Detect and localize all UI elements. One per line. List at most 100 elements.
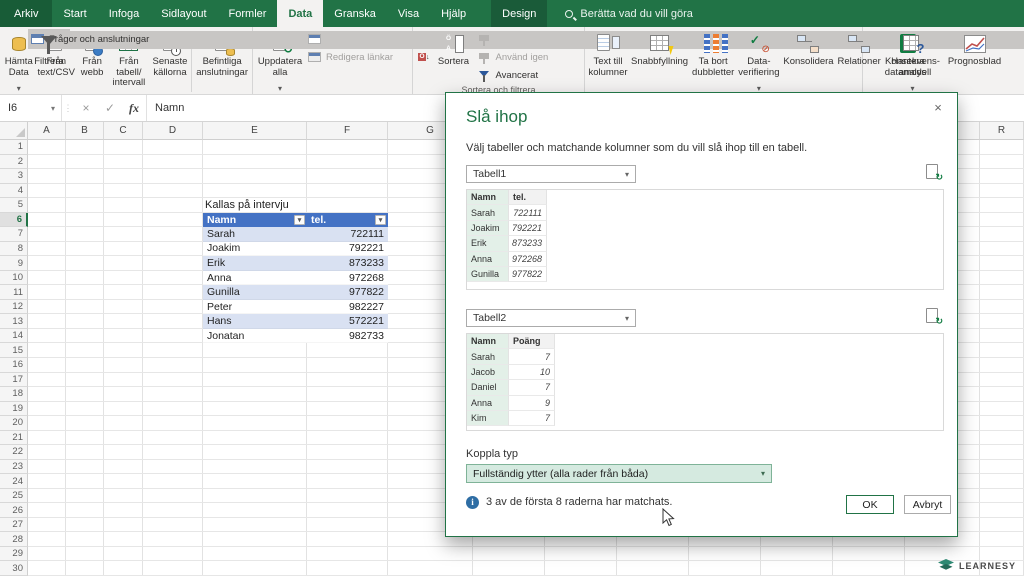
preview-cell[interactable]: 7 <box>509 349 555 364</box>
confirm-entry-icon[interactable]: ✓ <box>98 95 122 121</box>
tab-data[interactable]: Data <box>277 0 323 27</box>
preview-cell[interactable]: Anna <box>467 396 509 411</box>
tab-start[interactable]: Start <box>52 0 97 27</box>
row-header-6[interactable]: 6 <box>0 213 28 228</box>
table-cell[interactable]: 982733 <box>307 329 388 344</box>
table2-refresh-icon[interactable] <box>926 308 941 326</box>
table-cell[interactable]: Joakim <box>203 242 307 257</box>
table-cell[interactable]: 982227 <box>307 300 388 315</box>
table-cell[interactable]: 977822 <box>307 285 388 300</box>
column-header-B[interactable]: B <box>66 122 104 140</box>
column-header-E[interactable]: E <box>203 122 307 140</box>
preview-cell[interactable]: 7 <box>509 411 555 426</box>
column-header-A[interactable]: A <box>28 122 66 140</box>
table-header-cell[interactable]: tel.▾ <box>307 213 388 228</box>
row-header-1[interactable]: 1 <box>0 140 28 155</box>
preview-cell[interactable]: Daniel <box>467 380 509 395</box>
queries-connections-button[interactable]: Frågor och anslutningar <box>28 31 1024 49</box>
reapply-filter-button[interactable]: Använd igen <box>475 49 552 67</box>
preview-header-cell[interactable]: Namn <box>467 190 509 205</box>
cell-caption[interactable]: Kallas på intervju <box>205 198 289 213</box>
preview-header-cell[interactable]: Namn <box>467 334 509 349</box>
row-header-16[interactable]: 16 <box>0 358 28 373</box>
row-header-17[interactable]: 17 <box>0 373 28 388</box>
preview-header-cell[interactable]: Poäng <box>509 334 555 349</box>
table-cell[interactable]: 972268 <box>307 271 388 286</box>
table-cell[interactable]: Erik <box>203 256 307 271</box>
select-all-corner[interactable] <box>0 122 28 140</box>
advanced-filter-button[interactable]: Avancerat <box>475 67 552 85</box>
row-header-13[interactable]: 13 <box>0 314 28 329</box>
preview-cell[interactable]: Joakim <box>467 221 509 236</box>
filter-dropdown-icon[interactable]: ▾ <box>294 215 305 226</box>
preview-cell[interactable]: Anna <box>467 252 509 267</box>
row-header-21[interactable]: 21 <box>0 431 28 446</box>
tell-me-search[interactable]: Berätta vad du vill göra <box>565 0 693 27</box>
column-header-F[interactable]: F <box>307 122 388 140</box>
insert-function-icon[interactable]: fx <box>122 95 146 121</box>
row-header-2[interactable]: 2 <box>0 155 28 170</box>
row-header-15[interactable]: 15 <box>0 343 28 358</box>
preview-cell[interactable]: 977822 <box>509 267 547 282</box>
table-header-cell[interactable]: Namn▾ <box>203 213 307 228</box>
row-header-22[interactable]: 22 <box>0 445 28 460</box>
row-header-25[interactable]: 25 <box>0 489 28 504</box>
column-header-R[interactable]: R <box>980 122 1024 140</box>
cancel-entry-icon[interactable]: × <box>74 95 98 121</box>
name-box[interactable]: I6 ▾ <box>0 95 62 121</box>
row-header-3[interactable]: 3 <box>0 169 28 184</box>
close-icon[interactable]: × <box>929 99 947 117</box>
preview-cell[interactable]: 7 <box>509 380 555 395</box>
tab-arkiv[interactable]: Arkiv <box>0 0 52 27</box>
table2-select[interactable]: Tabell2 ▾ <box>466 309 636 327</box>
table-cell[interactable]: Gunilla <box>203 285 307 300</box>
row-header-27[interactable]: 27 <box>0 518 28 533</box>
tab-granska[interactable]: Granska <box>323 0 387 27</box>
preview-cell[interactable]: Jacob <box>467 365 509 380</box>
table-cell[interactable]: Sarah <box>203 227 307 242</box>
preview-cell[interactable]: Erik <box>467 236 509 251</box>
join-kind-select[interactable]: Fullständig ytter (alla rader från båda)… <box>466 464 772 483</box>
preview-cell[interactable]: Sarah <box>467 349 509 364</box>
row-header-30[interactable]: 30 <box>0 561 28 576</box>
cancel-button[interactable]: Avbryt <box>904 495 951 514</box>
row-header-8[interactable]: 8 <box>0 242 28 257</box>
preview-cell[interactable]: 972268 <box>509 252 547 267</box>
row-header-10[interactable]: 10 <box>0 271 28 286</box>
row-header-11[interactable]: 11 <box>0 285 28 300</box>
table-cell[interactable]: Anna <box>203 271 307 286</box>
preview-header-cell[interactable]: tel. <box>509 190 547 205</box>
preview-cell[interactable]: 792221 <box>509 221 547 236</box>
tab-design[interactable]: Design <box>491 0 547 27</box>
row-header-20[interactable]: 20 <box>0 416 28 431</box>
row-header-7[interactable]: 7 <box>0 227 28 242</box>
preview-cell[interactable]: Gunilla <box>467 267 509 282</box>
column-header-C[interactable]: C <box>104 122 143 140</box>
table-cell[interactable]: Hans <box>203 314 307 329</box>
table-cell[interactable]: 792221 <box>307 242 388 257</box>
row-header-4[interactable]: 4 <box>0 184 28 199</box>
tab-infoga[interactable]: Infoga <box>98 0 151 27</box>
preview-cell[interactable]: 9 <box>509 396 555 411</box>
preview-cell[interactable]: 722111 <box>509 205 547 220</box>
row-header-23[interactable]: 23 <box>0 460 28 475</box>
row-header-26[interactable]: 26 <box>0 503 28 518</box>
row-header-18[interactable]: 18 <box>0 387 28 402</box>
tab-visa[interactable]: Visa <box>387 0 430 27</box>
preview-cell[interactable]: Kim <box>467 411 509 426</box>
sort-descending-button[interactable]: Ö↓ <box>415 49 433 65</box>
preview-cell[interactable]: 873233 <box>509 236 547 251</box>
row-header-28[interactable]: 28 <box>0 532 28 547</box>
row-header-9[interactable]: 9 <box>0 256 28 271</box>
row-header-5[interactable]: 5 <box>0 198 28 213</box>
row-header-14[interactable]: 14 <box>0 329 28 344</box>
ok-button[interactable]: OK <box>846 495 894 514</box>
row-header-24[interactable]: 24 <box>0 474 28 489</box>
preview-cell[interactable]: Sarah <box>467 205 509 220</box>
tab-hjalp[interactable]: Hjälp <box>430 0 477 27</box>
table1-select[interactable]: Tabell1 ▾ <box>466 165 636 183</box>
tab-sidlayout[interactable]: Sidlayout <box>150 0 217 27</box>
row-header-19[interactable]: 19 <box>0 402 28 417</box>
filter-dropdown-icon[interactable]: ▾ <box>375 215 386 226</box>
edit-links-button[interactable]: Redigera länkar <box>305 49 396 67</box>
